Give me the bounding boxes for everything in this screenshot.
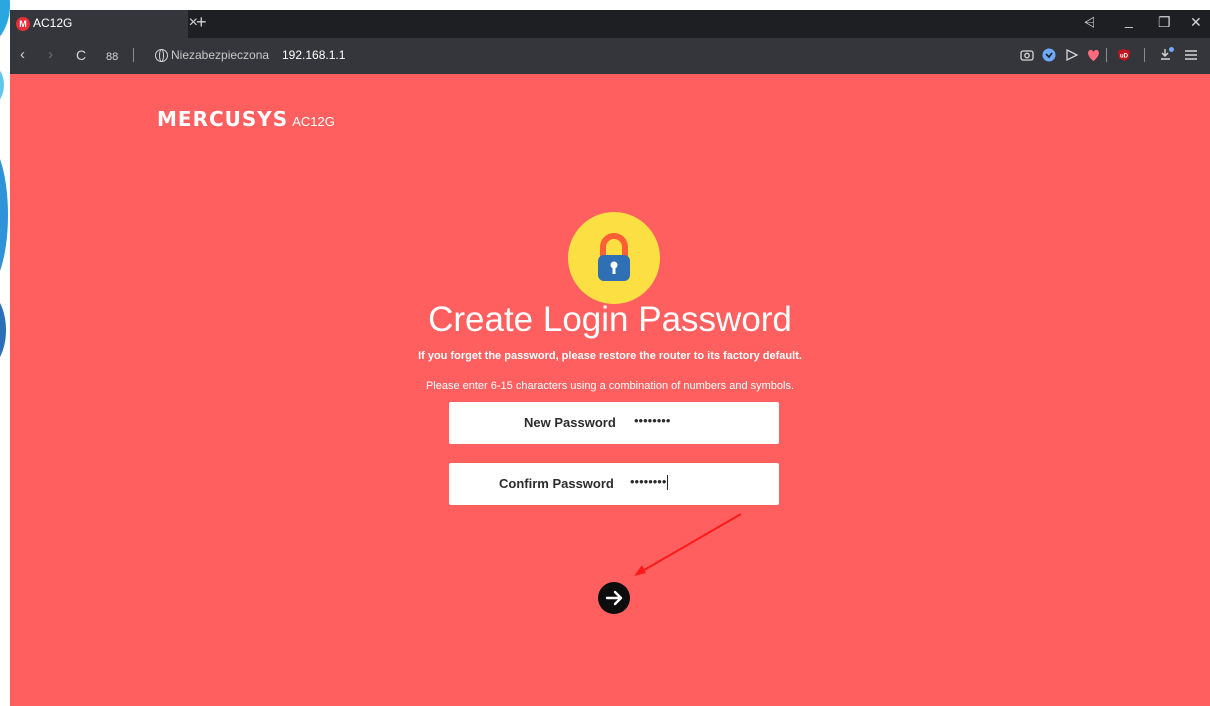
download-icon[interactable] [1159, 46, 1175, 62]
heart-icon[interactable] [1086, 48, 1101, 62]
confirm-password-field[interactable]: Confirm Password •••••••• [449, 463, 779, 505]
toolbar-divider [1144, 48, 1145, 62]
menu-icon[interactable] [1184, 49, 1198, 61]
forward-icon[interactable]: › [48, 47, 53, 63]
minimize-icon[interactable]: _ [1125, 12, 1133, 28]
browser-toolbar: ‹ › C 88 Niezabezpieczona 192.168.1.1 uD [10, 38, 1210, 74]
browser-tab[interactable]: M AC12G × [10, 10, 198, 38]
address-url[interactable]: 192.168.1.1 [282, 48, 345, 62]
decor-shape [0, 60, 4, 110]
decor-shape [0, 0, 10, 50]
window-close-icon[interactable]: ✕ [1190, 14, 1202, 31]
confirm-password-input-wrap[interactable]: •••••••• [630, 474, 669, 491]
reload-icon[interactable]: C [76, 47, 86, 63]
brand-header: MERCUSYS AC12G [157, 107, 335, 131]
mercusys-favicon-icon: M [16, 17, 30, 31]
ublock-icon[interactable]: uD [1117, 48, 1131, 62]
confirm-password-label: Confirm Password [499, 476, 614, 491]
shield-icon[interactable] [1042, 48, 1056, 62]
camera-icon[interactable] [1020, 48, 1034, 62]
lock-icon [598, 233, 630, 281]
globe-icon[interactable] [155, 49, 168, 62]
page-title: Create Login Password [428, 300, 792, 339]
send-icon[interactable] [1065, 48, 1079, 62]
next-button[interactable] [598, 582, 630, 614]
back-icon[interactable]: ‹ [20, 47, 25, 63]
new-password-label: New Password [524, 415, 616, 430]
text-caret [667, 475, 669, 491]
decor-shape [0, 140, 8, 290]
confirm-password-input[interactable]: •••••••• [630, 474, 666, 489]
new-password-field[interactable]: New Password •••••••• [449, 402, 779, 444]
new-tab-button[interactable]: + [196, 12, 207, 33]
factory-reset-warning: If you forget the password, please resto… [418, 350, 802, 362]
password-hint: Please enter 6-15 characters using a com… [425, 380, 795, 392]
browser-tab-bar: M AC12G × + ⩤ _ ❐ ✕ [10, 10, 1210, 38]
restore-icon[interactable]: ❐ [1158, 14, 1171, 31]
toolbar-divider [133, 48, 134, 62]
svg-text:uD: uD [1120, 54, 1129, 60]
lock-badge [568, 212, 660, 304]
toolbar-divider [1106, 48, 1107, 62]
model-name: AC12G [292, 114, 335, 129]
arrow-right-icon [605, 590, 623, 606]
mercusys-logo: MERCUSYS [157, 107, 289, 131]
background-decoration [0, 0, 10, 706]
new-password-input[interactable]: •••••••• [634, 413, 670, 428]
tabs-overview-icon[interactable]: 88 [106, 49, 118, 65]
decor-shape [0, 290, 6, 370]
tab-menu-icon[interactable]: ⩤ [1084, 14, 1095, 31]
router-login-page: MERCUSYS AC12G Create Login Password If y… [10, 74, 1210, 706]
tab-title: AC12G [33, 16, 73, 30]
security-status-label[interactable]: Niezabezpieczona [171, 48, 269, 62]
